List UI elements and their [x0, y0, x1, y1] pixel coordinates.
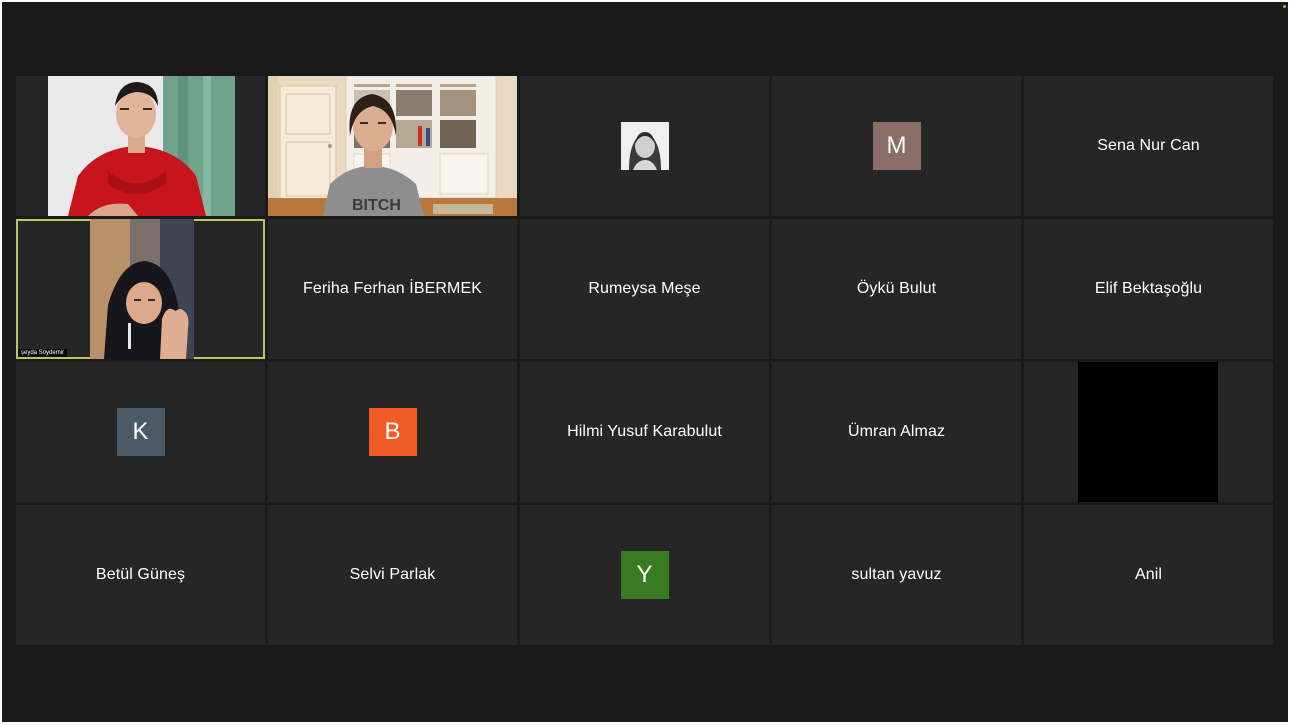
participant-tile-active-speaker[interactable]: şeyda Soydemir: [16, 219, 265, 359]
gallery-view-grid: BITCH M Sena Nur Can şeyda Soydemir Feri…: [16, 76, 1273, 645]
avatar-initial: M: [886, 132, 907, 159]
participant-name: Ümran Almaz: [847, 423, 946, 440]
avatar-initial: B: [384, 418, 401, 445]
participant-name: sultan yavuz: [851, 566, 942, 583]
avatar-initial: Y: [636, 561, 653, 588]
participant-tile[interactable]: Anil: [1024, 505, 1273, 645]
avatar: Y: [620, 551, 669, 599]
participant-tile-video-1[interactable]: [16, 76, 265, 216]
participant-tile[interactable]: Öykü Bulut: [772, 219, 1021, 359]
participant-tile[interactable]: Rumeysa Meşe: [520, 219, 769, 359]
participant-tile[interactable]: Betül Güneş: [16, 505, 265, 645]
blank-video-feed: [1078, 362, 1218, 502]
participant-tile-photo[interactable]: [520, 76, 769, 216]
participant-tile-initial-b[interactable]: B: [268, 362, 517, 502]
video-image: [48, 76, 235, 216]
status-indicator-icon: [1283, 5, 1286, 8]
participant-tile-initial-k[interactable]: K: [16, 362, 265, 502]
video-image: [90, 219, 194, 359]
meeting-window: BITCH M Sena Nur Can şeyda Soydemir Feri…: [2, 2, 1288, 722]
participant-name: Rumeysa Meşe: [588, 280, 701, 297]
profile-photo: [620, 122, 669, 170]
participant-name: Anil: [1134, 566, 1163, 583]
participant-name: Sena Nur Can: [1097, 137, 1200, 154]
participant-tile[interactable]: sultan yavuz: [772, 505, 1021, 645]
avatar-initial: K: [132, 418, 149, 445]
participant-tile-initial-m[interactable]: M: [772, 76, 1021, 216]
participant-name: Feriha Ferhan İBERMEK: [302, 280, 483, 297]
avatar: M: [872, 122, 921, 170]
participant-name: Betül Güneş: [95, 566, 186, 583]
participant-tile[interactable]: Selvi Parlak: [268, 505, 517, 645]
participant-video-feed: BITCH: [268, 76, 517, 216]
participant-tile-video-2[interactable]: BITCH: [268, 76, 517, 216]
participant-video-feed: [48, 76, 235, 216]
avatar: B: [368, 408, 417, 456]
participant-name: Elif Bektaşoğlu: [1094, 280, 1203, 297]
participant-tile[interactable]: Elif Bektaşoğlu: [1024, 219, 1273, 359]
participant-name-tag: şeyda Soydemir: [18, 349, 68, 357]
participant-tile[interactable]: Hilmi Yusuf Karabulut: [520, 362, 769, 502]
participant-name: Öykü Bulut: [856, 280, 937, 297]
svg-text:BITCH: BITCH: [352, 197, 401, 214]
avatar: K: [116, 408, 165, 456]
participant-video-feed: [90, 219, 194, 359]
participant-tile[interactable]: Feriha Ferhan İBERMEK: [268, 219, 517, 359]
participant-tile-camera-off[interactable]: [1024, 362, 1273, 502]
participant-name: Selvi Parlak: [349, 566, 436, 583]
profile-photo-image: [620, 122, 669, 170]
participant-tile-initial-y[interactable]: Y: [520, 505, 769, 645]
participant-tile[interactable]: Sena Nur Can: [1024, 76, 1273, 216]
participant-name: Hilmi Yusuf Karabulut: [567, 423, 722, 440]
participant-tile[interactable]: Ümran Almaz: [772, 362, 1021, 502]
video-image: BITCH: [268, 76, 517, 216]
